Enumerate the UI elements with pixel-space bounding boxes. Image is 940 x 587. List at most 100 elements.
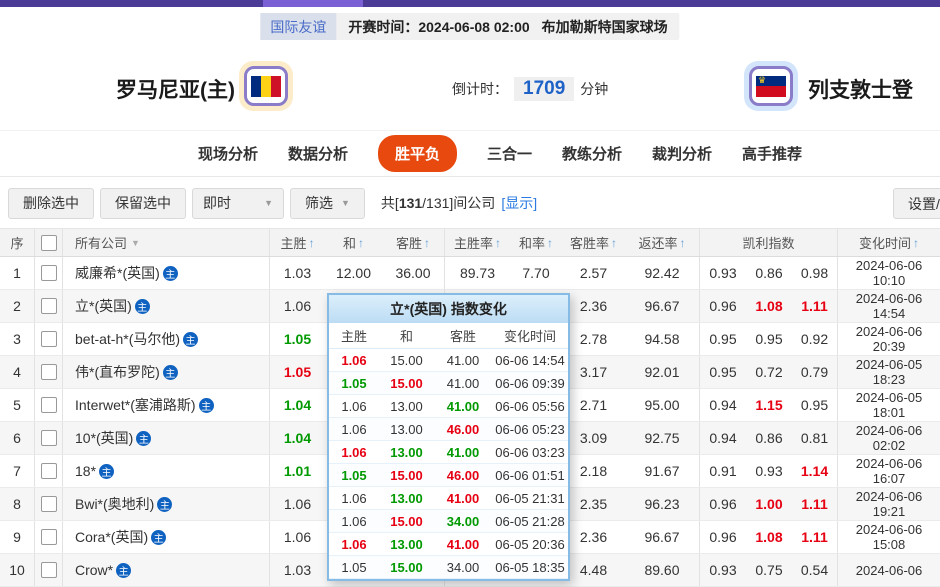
- instant-dropdown[interactable]: 即时▼: [192, 188, 284, 219]
- cell-away-rate: 3.09: [562, 422, 625, 454]
- kickoff-value: 2024-06-08 02:00: [418, 19, 529, 35]
- col-header-payout[interactable]: 返还率↑: [625, 229, 700, 256]
- company-cell[interactable]: 伟*(直布罗陀)主: [63, 356, 270, 388]
- tab-数据分析[interactable]: 数据分析: [288, 143, 348, 164]
- col-header-away[interactable]: 客胜↑: [382, 229, 445, 256]
- cell-kelly-3: 0.95: [792, 389, 838, 421]
- popup-row: 1.0515.0041.0006-06 09:39: [329, 372, 568, 395]
- col-header-home-rate[interactable]: 主胜率↑: [445, 229, 510, 256]
- filter-dropdown[interactable]: 筛选▼: [290, 188, 365, 219]
- cell-away-rate: 2.18: [562, 455, 625, 487]
- row-checkbox[interactable]: [35, 356, 63, 388]
- change-clock: 18:23: [856, 372, 923, 387]
- select-all-checkbox[interactable]: [35, 229, 63, 256]
- cell-payout: 92.42: [625, 257, 700, 289]
- sort-asc-icon: ↑: [611, 236, 617, 250]
- popup-away-odds: 46.00: [434, 418, 492, 440]
- change-date: 2024-06-06: [856, 423, 923, 438]
- company-cell[interactable]: Bwi*(奥地利)主: [63, 488, 270, 520]
- change-date: 2024-06-06: [856, 456, 923, 471]
- company-name: bet-at-h*(马尔他): [75, 329, 180, 349]
- cell-kelly-3: 0.92: [792, 323, 838, 355]
- cell-change-time: 2024-06-0619:21: [838, 488, 940, 520]
- row-checkbox[interactable]: [35, 455, 63, 487]
- settings-button[interactable]: 设置/选: [893, 188, 940, 219]
- odds-history-popup: 立*(英国) 指数变化 主胜和客胜变化时间 1.0615.0041.0006-0…: [327, 293, 570, 581]
- league-badge: 国际友谊: [260, 13, 336, 40]
- row-checkbox[interactable]: [35, 521, 63, 553]
- popup-col-header: 变化时间: [492, 323, 568, 348]
- popup-row: 1.0613.0041.0006-05 20:36: [329, 533, 568, 556]
- col-header-company[interactable]: 所有公司▼: [63, 229, 270, 256]
- row-checkbox[interactable]: [35, 554, 63, 586]
- cell-away-rate: 2.36: [562, 290, 625, 322]
- change-date: 2024-06-06: [856, 489, 923, 504]
- cell-home-odds: 1.03: [270, 554, 325, 586]
- cell-kelly-3: 1.11: [792, 290, 838, 322]
- cell-payout: 96.67: [625, 521, 700, 553]
- col-header-change-time[interactable]: 变化时间↑: [838, 229, 940, 256]
- company-cell[interactable]: Cora*(英国)主: [63, 521, 270, 553]
- popup-home-odds: 1.06: [329, 418, 379, 440]
- row-checkbox[interactable]: [35, 257, 63, 289]
- cell-draw-rate: 7.70: [510, 257, 562, 289]
- row-checkbox[interactable]: [35, 389, 63, 421]
- tab-裁判分析[interactable]: 裁判分析: [652, 143, 712, 164]
- col-header-draw-rate[interactable]: 和率↑: [510, 229, 562, 256]
- popup-col-header: 主胜: [329, 323, 379, 348]
- popup-home-odds: 1.05: [329, 464, 379, 486]
- company-name: 立*(英国): [75, 296, 132, 316]
- company-cell[interactable]: bet-at-h*(马尔他)主: [63, 323, 270, 355]
- main-company-badge-icon: 主: [135, 299, 150, 314]
- table-header: 序 所有公司▼ 主胜↑ 和↑ 客胜↑ 主胜率↑ 和率↑ 客胜率↑ 返还率↑ 凯利…: [0, 228, 940, 257]
- col-header-home[interactable]: 主胜↑: [270, 229, 325, 256]
- home-team-flag: [239, 61, 293, 111]
- company-cell[interactable]: 18*主: [63, 455, 270, 487]
- row-checkbox[interactable]: [35, 290, 63, 322]
- delete-selected-button[interactable]: 删除选中: [8, 188, 94, 219]
- venue: 布加勒斯特国家球场: [536, 13, 680, 40]
- cell-change-time: 2024-06-0518:23: [838, 356, 940, 388]
- row-checkbox[interactable]: [35, 323, 63, 355]
- company-name: 10*(英国): [75, 428, 133, 448]
- row-checkbox[interactable]: [35, 488, 63, 520]
- popup-away-odds: 41.00: [434, 441, 492, 463]
- col-header-change-time-label: 变化时间: [859, 233, 911, 252]
- company-cell[interactable]: 10*(英国)主: [63, 422, 270, 454]
- tab-胜平负[interactable]: 胜平负: [378, 135, 457, 172]
- popup-draw-odds: 13.00: [379, 487, 434, 509]
- checkbox-icon: [41, 430, 57, 446]
- cell-kelly-3: 0.79: [792, 356, 838, 388]
- checkbox-icon: [41, 331, 57, 347]
- company-cell[interactable]: Crow*主: [63, 554, 270, 586]
- change-clock: 19:21: [856, 504, 923, 519]
- col-header-away-rate[interactable]: 客胜率↑: [562, 229, 625, 256]
- change-time-text: 2024-06-0620:39: [856, 324, 923, 354]
- tab-教练分析[interactable]: 教练分析: [562, 143, 622, 164]
- company-cell[interactable]: 威廉希*(英国)主: [63, 257, 270, 289]
- main-company-badge-icon: 主: [99, 464, 114, 479]
- company-cell[interactable]: Interwet*(塞浦路斯)主: [63, 389, 270, 421]
- show-link[interactable]: [显示]: [501, 195, 537, 211]
- keep-selected-button[interactable]: 保留选中: [100, 188, 186, 219]
- cell-change-time: 2024-06-0602:02: [838, 422, 940, 454]
- popup-home-odds: 1.05: [329, 556, 379, 578]
- cell-kelly-2: 0.93: [746, 455, 792, 487]
- row-checkbox[interactable]: [35, 422, 63, 454]
- col-header-company-label: 所有公司: [75, 233, 127, 252]
- change-time-text: 2024-06-0518:23: [856, 357, 923, 387]
- popup-away-odds: 41.00: [434, 395, 492, 417]
- tab-三合一[interactable]: 三合一: [487, 143, 532, 164]
- tab-高手推荐[interactable]: 高手推荐: [742, 143, 802, 164]
- col-header-draw[interactable]: 和↑: [325, 229, 382, 256]
- filter-dropdown-label: 筛选: [305, 193, 333, 213]
- col-header-kelly: 凯利指数: [700, 229, 838, 256]
- checkbox-icon: [41, 529, 57, 545]
- company-cell[interactable]: 立*(英国)主: [63, 290, 270, 322]
- chevron-down-icon: ▼: [264, 198, 273, 208]
- popup-draw-odds: 13.00: [379, 395, 434, 417]
- tab-现场分析[interactable]: 现场分析: [198, 143, 258, 164]
- table-toolbar: 删除选中 保留选中 即时▼ 筛选▼ 共[131/131]间公司[显示] 设置/选: [0, 178, 940, 228]
- col-header-home-label: 主胜: [280, 233, 306, 252]
- change-date: 2024-06-06: [856, 291, 923, 306]
